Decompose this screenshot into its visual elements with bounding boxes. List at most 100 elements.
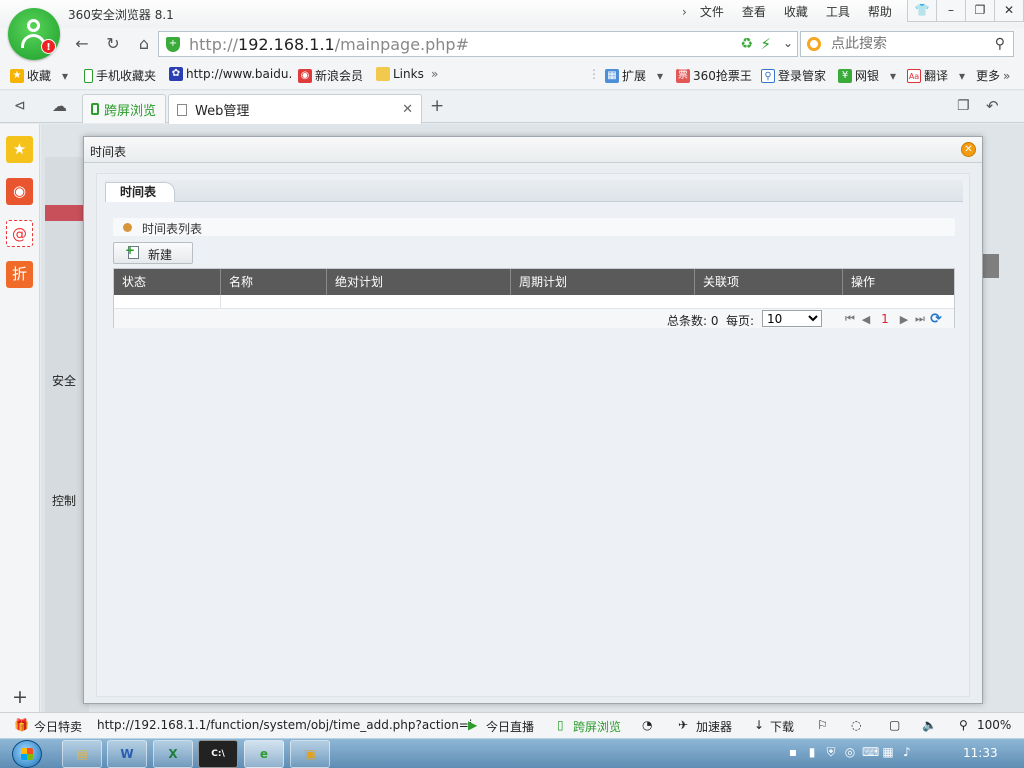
package-icon[interactable]: ▣ — [290, 740, 330, 768]
menu-favorites[interactable]: 收藏 — [775, 4, 817, 20]
next-page-icon[interactable]: ▶ — [896, 313, 912, 326]
chevron-down-icon[interactable]: ▾ — [62, 69, 68, 83]
search-engine-icon[interactable] — [807, 37, 821, 51]
cross-screen-link[interactable]: 跨屏浏览 — [573, 718, 621, 735]
explorer-icon[interactable]: ▤ — [62, 740, 102, 768]
chevron-down-icon[interactable]: ▾ — [959, 69, 965, 83]
app-title: 360安全浏览器 8.1 — [68, 8, 174, 22]
add-icon[interactable]: + — [12, 686, 28, 708]
word-icon[interactable]: W — [107, 740, 147, 768]
volume-icon[interactable]: 🔈 — [922, 718, 937, 732]
chevron-down-icon[interactable]: ▾ — [657, 69, 663, 83]
email-icon[interactable]: @ — [6, 220, 33, 247]
lightning-icon[interactable]: ⚡ — [760, 35, 771, 53]
menu-section-security: 安全 — [52, 374, 77, 388]
weibo-icon[interactable]: ◉ — [6, 178, 33, 205]
refresh-icon[interactable]: ↻ — [101, 33, 125, 55]
tab-cross-screen[interactable]: 跨屏浏览 — [82, 94, 166, 123]
browser-icon[interactable]: ◌ — [851, 718, 861, 732]
page-icon — [177, 103, 187, 116]
new-tab-icon[interactable]: + — [430, 96, 444, 116]
first-page-icon[interactable]: ⏮ — [842, 312, 858, 326]
refresh-icon[interactable]: ⟳ — [928, 311, 944, 327]
column-periodic-plan[interactable]: 周期计划 — [511, 269, 695, 295]
undo-icon[interactable]: ↶ — [986, 97, 999, 115]
accelerator-link[interactable]: 加速器 — [696, 718, 732, 735]
column-actions[interactable]: 操作 — [843, 269, 954, 295]
cloud-icon[interactable]: ☁ — [52, 97, 67, 115]
tray-shield-icon[interactable]: ⛨ — [824, 745, 838, 760]
per-page-select[interactable]: 10 — [762, 310, 822, 327]
today-live-link[interactable]: 今日直播 — [486, 718, 534, 735]
tray-keyboard-icon[interactable]: ⌨ — [862, 745, 879, 760]
more-bookmarks-icon[interactable]: » — [431, 67, 438, 81]
start-button[interactable] — [12, 740, 42, 768]
minimize-button[interactable]: – — [936, 0, 966, 22]
column-absolute-plan[interactable]: 绝对计划 — [327, 269, 511, 295]
close-tab-icon[interactable]: ✕ — [402, 102, 413, 117]
chevron-down-icon[interactable]: ⌄ — [783, 36, 793, 50]
dialog-close-icon[interactable]: ✕ — [961, 142, 976, 157]
extensions-icon: ▦ — [605, 68, 619, 83]
tray-network-icon[interactable]: ▦ — [881, 745, 895, 760]
column-status[interactable]: 状态 — [114, 269, 221, 295]
per-page-label: 每页: — [726, 314, 755, 328]
today-deal-link[interactable]: 今日特卖 — [34, 718, 82, 735]
bookmark-mobile[interactable]: 手机收藏夹 — [84, 67, 156, 84]
tab-schedule[interactable]: 时间表 — [105, 182, 175, 202]
bookmark-links[interactable]: Links — [376, 67, 424, 81]
ext-more[interactable]: 更多» — [976, 67, 1010, 84]
download-link[interactable]: 下载 — [770, 718, 794, 735]
back-arrow-icon[interactable]: ← — [70, 33, 94, 55]
tray-speaker-icon[interactable]: ♪ — [900, 745, 914, 760]
taskbar: ▤ W X C:\ e ▣ ▪ ▮ ⛨ ◎ ⌨ ▦ ♪ 11:33 — [0, 738, 1024, 768]
column-name[interactable]: 名称 — [221, 269, 327, 295]
search-icon[interactable]: ⚲ — [995, 36, 1005, 52]
ext-bank[interactable]: ¥ 网银 ▾ — [838, 67, 896, 84]
bookmark-favorites[interactable]: ★ 收藏 ▾ — [10, 67, 68, 84]
tab-web-admin[interactable]: Web管理 ✕ — [168, 94, 422, 124]
speed-icon[interactable]: ◔ — [642, 718, 652, 732]
menu-view[interactable]: 查看 — [733, 4, 775, 20]
column-linked-items[interactable]: 关联项 — [695, 269, 843, 295]
last-page-icon[interactable]: ⏭ — [912, 312, 928, 326]
tray-app-icon[interactable]: ▪ — [786, 745, 800, 760]
bookmark-baidu[interactable]: ✿ http://www.baidu. — [169, 67, 292, 81]
home-icon[interactable]: ⌂ — [132, 33, 156, 55]
chevron-down-icon[interactable]: ▾ — [890, 69, 896, 83]
recycle-icon[interactable]: ♻ — [740, 36, 753, 52]
tray-security-icon[interactable]: ◎ — [843, 745, 857, 760]
menu-tools[interactable]: 工具 — [817, 4, 859, 20]
window-icon[interactable]: ▢ — [889, 718, 900, 732]
menu-file[interactable]: 文件 — [691, 4, 733, 20]
dialog-tab-bar: 时间表 — [105, 180, 963, 202]
tray-battery-icon[interactable]: ▮ — [805, 745, 819, 760]
gift-icon[interactable]: 🎁 — [14, 718, 29, 732]
ext-ticket[interactable]: 票 360抢票王 — [676, 67, 752, 84]
skin-icon[interactable]: 👕 — [907, 0, 937, 22]
discount-icon[interactable]: 折 — [6, 261, 33, 288]
ext-translate[interactable]: Aa 翻译 ▾ — [907, 67, 965, 84]
browser-logo-icon[interactable]: ! — [8, 8, 60, 60]
address-bar[interactable]: + http://192.168.1.1/mainpage.php# ♻ ⚡ ⌄ — [158, 31, 798, 57]
zoom-level[interactable]: 100% — [977, 718, 1011, 732]
excel-icon[interactable]: X — [153, 740, 193, 768]
prev-page-icon[interactable]: ◀ — [858, 313, 874, 326]
taskbar-clock[interactable]: 11:33 — [963, 746, 998, 760]
maximize-button[interactable]: ❐ — [965, 0, 995, 22]
close-button[interactable]: ✕ — [994, 0, 1024, 22]
search-input[interactable] — [831, 35, 981, 53]
new-schedule-button[interactable]: 新建 — [113, 242, 193, 264]
star-icon[interactable]: ★ — [6, 136, 33, 163]
restore-window-icon[interactable]: ❐ — [957, 98, 970, 114]
flag-icon[interactable]: ⚐ — [817, 718, 828, 732]
chevron-right-icon[interactable]: › — [678, 4, 691, 20]
browser-360-icon[interactable]: e — [244, 740, 284, 768]
ext-login[interactable]: ⚲ 登录管家 — [761, 67, 826, 84]
tab-list-icon[interactable]: ⊲ — [14, 98, 26, 114]
weibo-icon: ◉ — [298, 68, 312, 83]
terminal-icon[interactable]: C:\ — [198, 740, 238, 768]
extension-menu[interactable]: ▦ 扩展 ▾ — [605, 67, 663, 84]
menu-help[interactable]: 帮助 — [859, 4, 901, 20]
bookmark-sina[interactable]: ◉ 新浪会员 — [298, 67, 363, 84]
